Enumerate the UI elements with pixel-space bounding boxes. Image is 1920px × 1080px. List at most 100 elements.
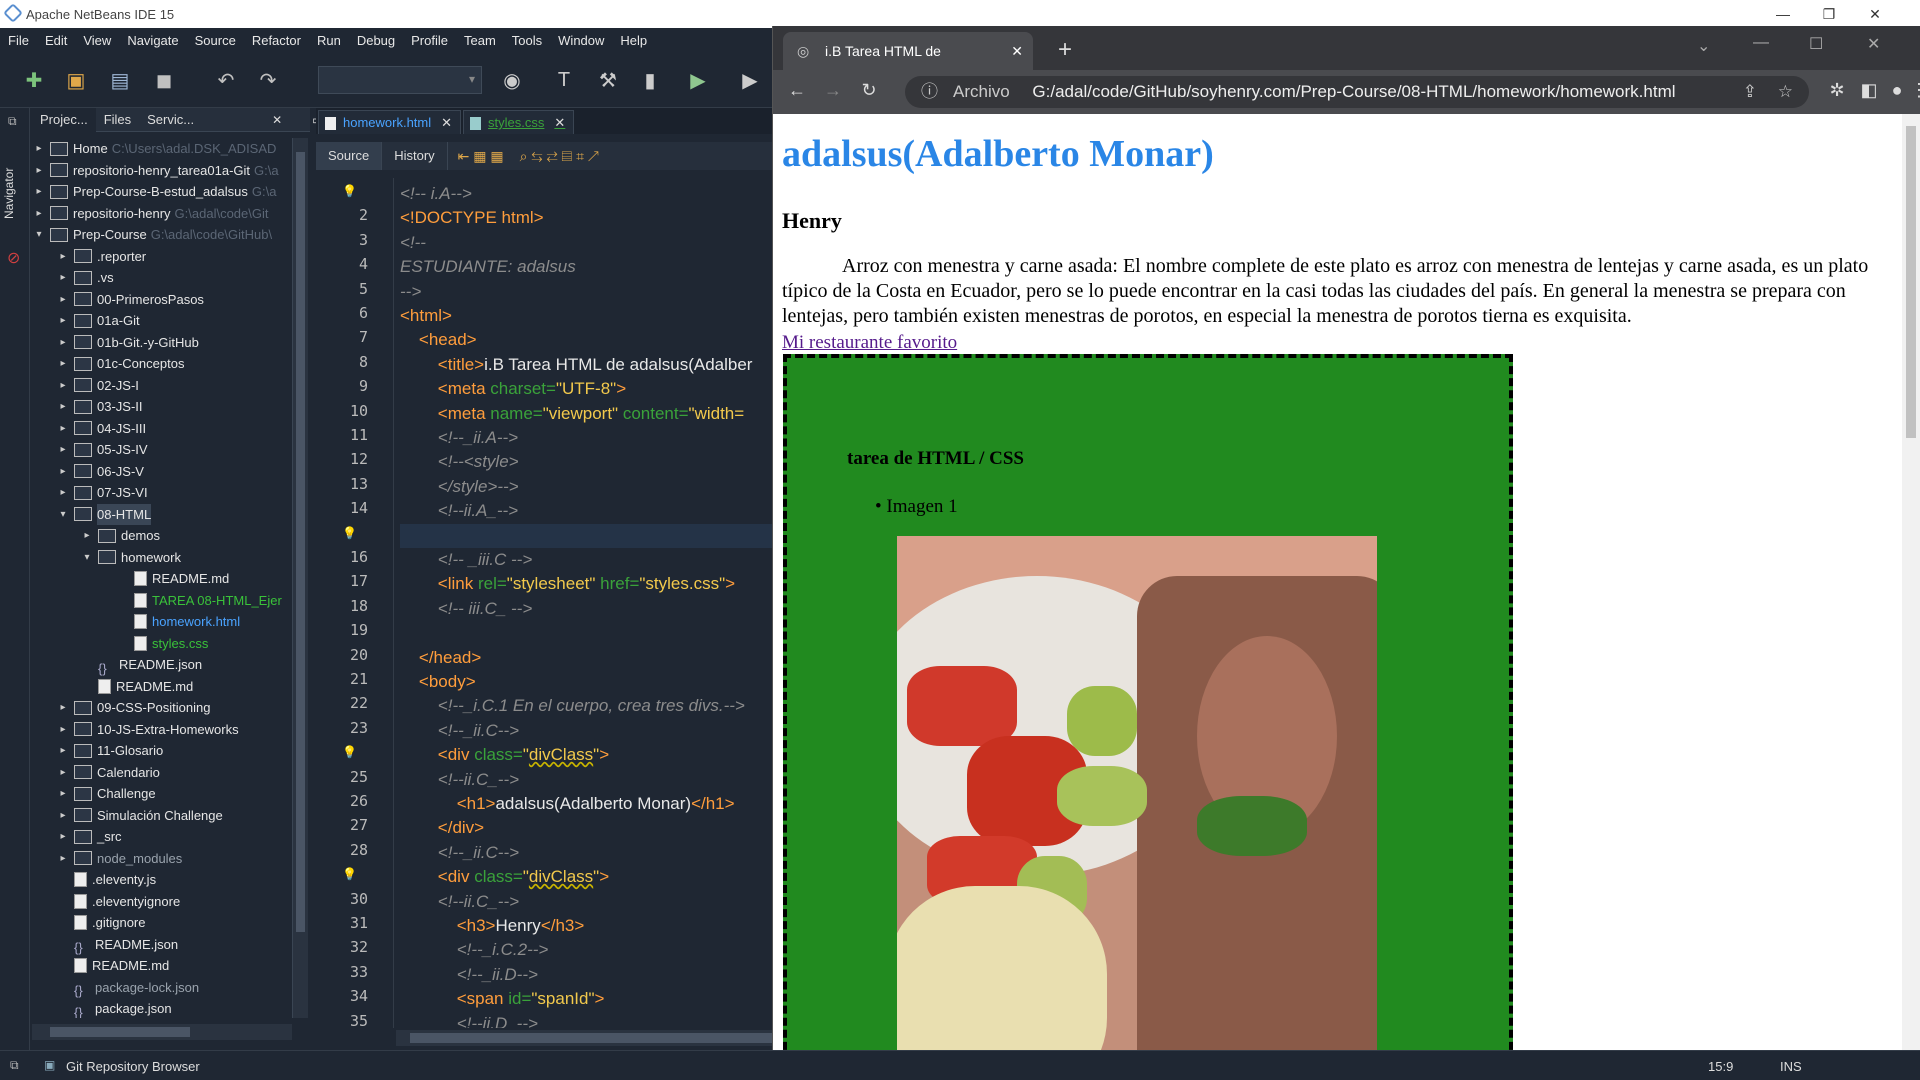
tree-item[interactable]: ▸ 11-Glosario (56, 740, 163, 761)
tree-item[interactable]: .eleventy.js (56, 869, 156, 890)
tab-styles-css[interactable]: styles.css ✕ (463, 110, 575, 134)
expand-toggle-icon[interactable]: ▸ (56, 246, 70, 267)
tree-item[interactable]: .gitignore (56, 912, 145, 933)
new-file-icon[interactable]: ✚ (20, 66, 48, 94)
tree-item[interactable]: ▸ repositorio-henry G:\adal\code\Git (32, 203, 268, 224)
restaurant-link[interactable]: Mi restaurante favorito (782, 332, 957, 354)
expand-toggle-icon[interactable]: ▸ (56, 826, 70, 847)
expand-toggle-icon[interactable]: ▸ (56, 289, 70, 310)
close-tab-icon[interactable]: ✕ (1011, 32, 1023, 70)
tree-item[interactable]: ▸ 10-JS-Extra-Homeworks (56, 719, 238, 740)
debug-icon[interactable]: ▶ (736, 66, 764, 94)
back-icon[interactable]: ← (785, 80, 809, 101)
expand-toggle-icon[interactable]: ▸ (56, 439, 70, 460)
expand-toggle-icon[interactable]: ▸ (56, 396, 70, 417)
tab-services[interactable]: Servic... (139, 108, 202, 132)
tree-item[interactable]: ▸ 06-JS-V (56, 461, 143, 482)
menu-item-tools[interactable]: Tools (504, 33, 550, 48)
tab-projects[interactable]: Projec... (32, 107, 96, 132)
tree-item[interactable]: {} package-lock.json (56, 977, 199, 999)
menu-item-run[interactable]: Run (309, 33, 349, 48)
save-all-icon[interactable]: ◼ (150, 66, 178, 94)
expand-toggle-icon[interactable]: ▸ (56, 697, 70, 718)
tree-item[interactable]: ▸ repositorio-henry_tarea01a-Git G:\a (32, 160, 278, 181)
browser-maximize-button[interactable]: ☐ (1809, 34, 1823, 54)
menu-item-file[interactable]: File (0, 33, 37, 48)
tab-search-icon[interactable]: ⌄ (1697, 36, 1710, 56)
browser-scrollbar[interactable] (1902, 114, 1920, 1050)
open-project-icon[interactable]: ▤ (106, 66, 134, 94)
menu-item-debug[interactable]: Debug (349, 33, 403, 48)
url-bar[interactable]: ⓘ Archivo G:/adal/code/GitHub/soyhenry.c… (905, 76, 1809, 108)
menu-item-navigate[interactable]: Navigate (119, 33, 186, 48)
tree-item[interactable]: ▸ 09-CSS-Positioning (56, 697, 210, 718)
expand-toggle-icon[interactable]: ▾ (80, 547, 94, 568)
expand-toggle-icon[interactable]: ▸ (56, 461, 70, 482)
menu-item-view[interactable]: View (75, 33, 119, 48)
tree-item[interactable]: ▸ .reporter (56, 246, 146, 267)
expand-toggle-icon[interactable]: ▸ (56, 310, 70, 331)
tree-item[interactable]: ▸ 02-JS-I (56, 375, 138, 396)
menu-item-help[interactable]: Help (612, 33, 655, 48)
expand-toggle-icon[interactable]: ▸ (56, 482, 70, 503)
forward-icon[interactable]: → (821, 80, 845, 101)
expand-toggle-icon[interactable]: ▸ (56, 805, 70, 826)
menu-dots-icon[interactable]: ⋮ (1907, 80, 1920, 101)
expand-toggle-icon[interactable]: ▸ (56, 783, 70, 804)
tree-item[interactable]: ▸ 04-JS-III (56, 418, 146, 439)
menu-item-source[interactable]: Source (187, 33, 244, 48)
tree-scrollbar[interactable] (292, 138, 308, 1018)
search-icon[interactable]: ⌕ ⇆ ⇄ ▤ ⌗ ↗ (520, 148, 599, 165)
expand-toggle-icon[interactable]: ▾ (56, 504, 70, 525)
close-tab-icon[interactable]: ✕ (441, 115, 452, 130)
tree-item[interactable]: ▾ Prep-Course G:\adal\code\GitHub\ (32, 224, 272, 245)
tree-item[interactable]: ▸ Prep-Course-B-estud_adalsus G:\a (32, 181, 276, 202)
expand-toggle-icon[interactable]: ▸ (56, 375, 70, 396)
tree-item[interactable]: ▸ .vs (56, 267, 113, 288)
restore-window-icon[interactable]: ⧉ (10, 1058, 19, 1073)
redo-icon[interactable]: ↷ (254, 66, 282, 94)
hint-bulb-icon[interactable]: 💡 (342, 184, 357, 198)
browser-close-button[interactable]: ✕ (1867, 34, 1880, 54)
restore-window-icon[interactable]: ⧉ (8, 114, 17, 129)
tree-item[interactable]: TAREA 08-HTML_Ejer (116, 590, 282, 611)
share-icon[interactable]: ⇪ (1743, 76, 1757, 108)
tree-item[interactable]: ▸ Simulación Challenge (56, 805, 222, 826)
tree-item[interactable]: README.md (56, 955, 169, 976)
side-panel-icon[interactable]: ◧ (1857, 80, 1881, 101)
expand-toggle-icon[interactable]: ▸ (32, 138, 46, 159)
navigator-tab[interactable]: Navigator (2, 148, 28, 238)
tree-hscrollbar[interactable] (32, 1024, 292, 1040)
expand-toggle-icon[interactable]: ▸ (56, 848, 70, 869)
history-mode-button[interactable]: History (382, 142, 448, 170)
menu-item-refactor[interactable]: Refactor (244, 33, 309, 48)
tree-item[interactable]: ▸ demos (80, 525, 160, 546)
expand-toggle-icon[interactable]: ▸ (56, 353, 70, 374)
tree-item[interactable]: ▸ node_modules (56, 848, 182, 869)
build-icon[interactable]: T (550, 66, 578, 94)
browser-minimize-button[interactable]: — (1753, 34, 1769, 52)
tree-item[interactable]: README.md (80, 676, 193, 697)
expand-toggle-icon[interactable]: ▸ (32, 203, 46, 224)
tree-item[interactable]: README.md (116, 568, 229, 589)
tab-homework-html[interactable]: homework.html ✕ (318, 110, 462, 134)
profile-icon[interactable]: ● (1885, 80, 1909, 101)
restore-button[interactable]: ❐ (1806, 0, 1852, 28)
bookmark-star-icon[interactable]: ☆ (1778, 76, 1793, 108)
new-project-icon[interactable]: ▣ (62, 66, 90, 94)
expand-toggle-icon[interactable]: ▸ (32, 181, 46, 202)
tree-item[interactable]: ▸ 07-JS-VI (56, 482, 147, 503)
minimize-button[interactable]: — (1760, 0, 1806, 28)
close-tab-icon[interactable]: ✕ (554, 115, 565, 130)
source-mode-button[interactable]: Source (316, 142, 383, 170)
browser-tab[interactable]: ◎ i.B Tarea HTML de adalsus(Adalb ✕ (783, 32, 1033, 97)
close-window-button[interactable]: ✕ (1852, 0, 1898, 28)
expand-toggle-icon[interactable]: ▸ (56, 719, 70, 740)
reload-icon[interactable]: ↻ (857, 80, 881, 101)
tree-item[interactable]: ▸ 01a-Git (56, 310, 139, 331)
tree-item[interactable]: .eleventyignore (56, 891, 180, 912)
tree-item[interactable]: ▸ Home C:\Users\adal.DSK_ADISAD (32, 138, 276, 159)
hint-bulb-icon[interactable]: 💡 (342, 745, 357, 759)
tree-item[interactable]: ▸ 01c-Conceptos (56, 353, 184, 374)
editor-hscrollbar[interactable] (396, 1030, 774, 1046)
